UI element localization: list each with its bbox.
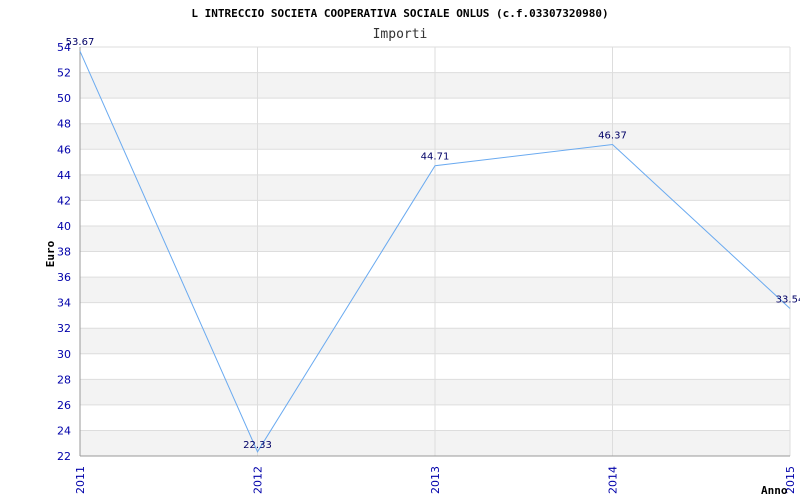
data-label: 53.67 [66,37,95,48]
y-tick-label: 52 [57,67,71,80]
data-label: 46.37 [598,131,627,142]
y-tick-label: 22 [57,450,71,463]
y-tick-label: 46 [57,143,71,156]
chart-title: L INTRECCIO SOCIETA COOPERATIVA SOCIALE … [191,7,608,20]
y-tick-labels: 2224262830323436384042444648505254 [57,41,71,463]
y-tick-label: 48 [57,118,71,131]
x-tick-labels: 2011 2012 2013 2014 2015 [74,466,797,494]
y-tick-label: 32 [57,322,71,335]
y-tick-label: 24 [57,424,71,437]
y-tick-label: 42 [57,194,71,207]
y-tick-label: 40 [57,220,71,233]
x-tick-label: 2012 [252,466,265,494]
x-tick-label: 2014 [607,466,620,494]
y-tick-label: 30 [57,348,71,361]
line-chart: 2224262830323436384042444648505254 2011 2… [44,7,800,497]
data-label: 22.33 [243,440,272,451]
data-label: 33.54 [776,295,800,306]
y-tick-label: 36 [57,271,71,284]
y-tick-label: 28 [57,373,71,386]
y-tick-label: 26 [57,399,71,412]
x-tick-label: 2011 [74,466,87,494]
y-tick-label: 44 [57,169,71,182]
chart-subtitle: Importi [373,27,428,42]
data-label: 44.71 [421,152,450,163]
x-tick-label: 2013 [429,466,442,494]
x-axis-label: Anno [761,484,788,497]
y-tick-label: 38 [57,246,71,259]
y-axis-label: Euro [44,240,57,267]
y-tick-label: 34 [57,297,71,310]
y-tick-label: 50 [57,92,71,105]
